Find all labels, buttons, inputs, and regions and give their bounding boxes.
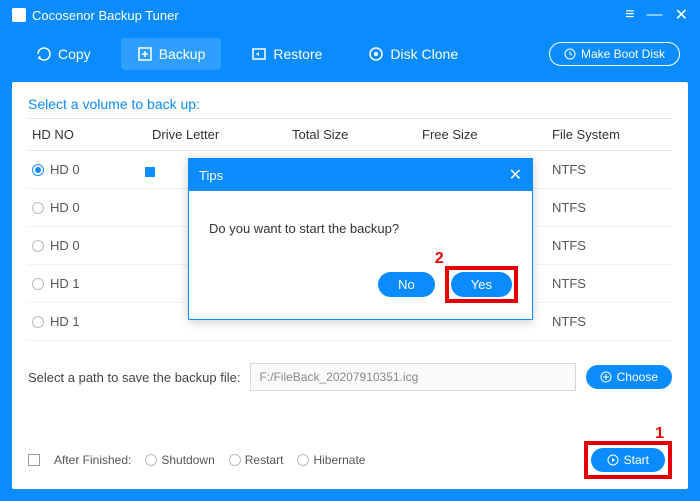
col-fs: File System: [552, 127, 668, 142]
toolbar: Copy Backup Restore Disk Clone Make Boot…: [0, 30, 700, 78]
path-input[interactable]: [250, 363, 575, 391]
backup-icon: [137, 46, 153, 62]
dialog-actions: No 2 Yes: [189, 256, 532, 319]
no-button[interactable]: No: [378, 272, 435, 297]
tips-dialog: Tips ✕ Do you want to start the backup? …: [188, 158, 533, 320]
choose-button[interactable]: Choose: [586, 365, 672, 389]
dialog-close-icon[interactable]: ✕: [509, 165, 522, 185]
dialog-titlebar: Tips ✕: [189, 159, 532, 191]
path-label: Select a path to save the backup file:: [28, 370, 240, 385]
start-button[interactable]: Start: [591, 448, 665, 472]
diskclone-icon: [368, 46, 384, 62]
row-radio[interactable]: [32, 202, 44, 214]
copy-button[interactable]: Copy: [20, 38, 107, 70]
col-free: Free Size: [422, 127, 552, 142]
close-icon[interactable]: ✕: [675, 5, 688, 25]
plus-icon: [600, 371, 612, 383]
yes-annotation: 2 Yes: [445, 266, 518, 303]
start-annotation: 1 Start: [584, 441, 672, 479]
minimize-icon[interactable]: —: [647, 6, 663, 24]
bottom-row: After Finished: Shutdown Restart Hiberna…: [28, 441, 672, 479]
app-title: Cocosenor Backup Tuner: [32, 8, 179, 23]
col-drive: Drive Letter: [152, 127, 292, 142]
dialog-message: Do you want to start the backup?: [189, 191, 532, 256]
path-row: Select a path to save the backup file: C…: [28, 363, 672, 391]
restore-icon: [251, 46, 267, 62]
row-radio[interactable]: [32, 316, 44, 328]
row-radio[interactable]: [32, 164, 44, 176]
yes-button[interactable]: Yes: [451, 272, 512, 297]
shutdown-option[interactable]: Shutdown: [145, 453, 214, 467]
restart-option[interactable]: Restart: [229, 453, 284, 467]
titlebar: Cocosenor Backup Tuner ≡ — ✕: [0, 0, 700, 30]
dialog-title: Tips: [199, 168, 223, 183]
row-radio[interactable]: [32, 278, 44, 290]
diskclone-button[interactable]: Disk Clone: [352, 38, 474, 70]
app-window: Cocosenor Backup Tuner ≡ — ✕ Copy Backup…: [0, 0, 700, 501]
grid-header: HD NO Drive Letter Total Size Free Size …: [28, 119, 672, 151]
after-finished-checkbox[interactable]: [28, 454, 40, 466]
row-radio[interactable]: [32, 240, 44, 252]
after-finished-label: After Finished:: [54, 453, 131, 467]
annotation-1: 1: [655, 425, 664, 443]
restore-button[interactable]: Restore: [235, 38, 338, 70]
menu-icon[interactable]: ≡: [625, 6, 634, 24]
col-total: Total Size: [292, 127, 422, 142]
hibernate-option[interactable]: Hibernate: [297, 453, 365, 467]
app-logo-icon: [12, 8, 26, 22]
backup-button[interactable]: Backup: [121, 38, 222, 70]
annotation-2: 2: [435, 250, 444, 268]
copy-icon: [36, 46, 52, 62]
make-bootdisk-button[interactable]: Make Boot Disk: [549, 42, 680, 66]
section-title: Select a volume to back up:: [28, 96, 672, 112]
play-icon: [607, 454, 619, 466]
col-hdno: HD NO: [32, 127, 152, 142]
bootdisk-icon: [564, 48, 576, 60]
